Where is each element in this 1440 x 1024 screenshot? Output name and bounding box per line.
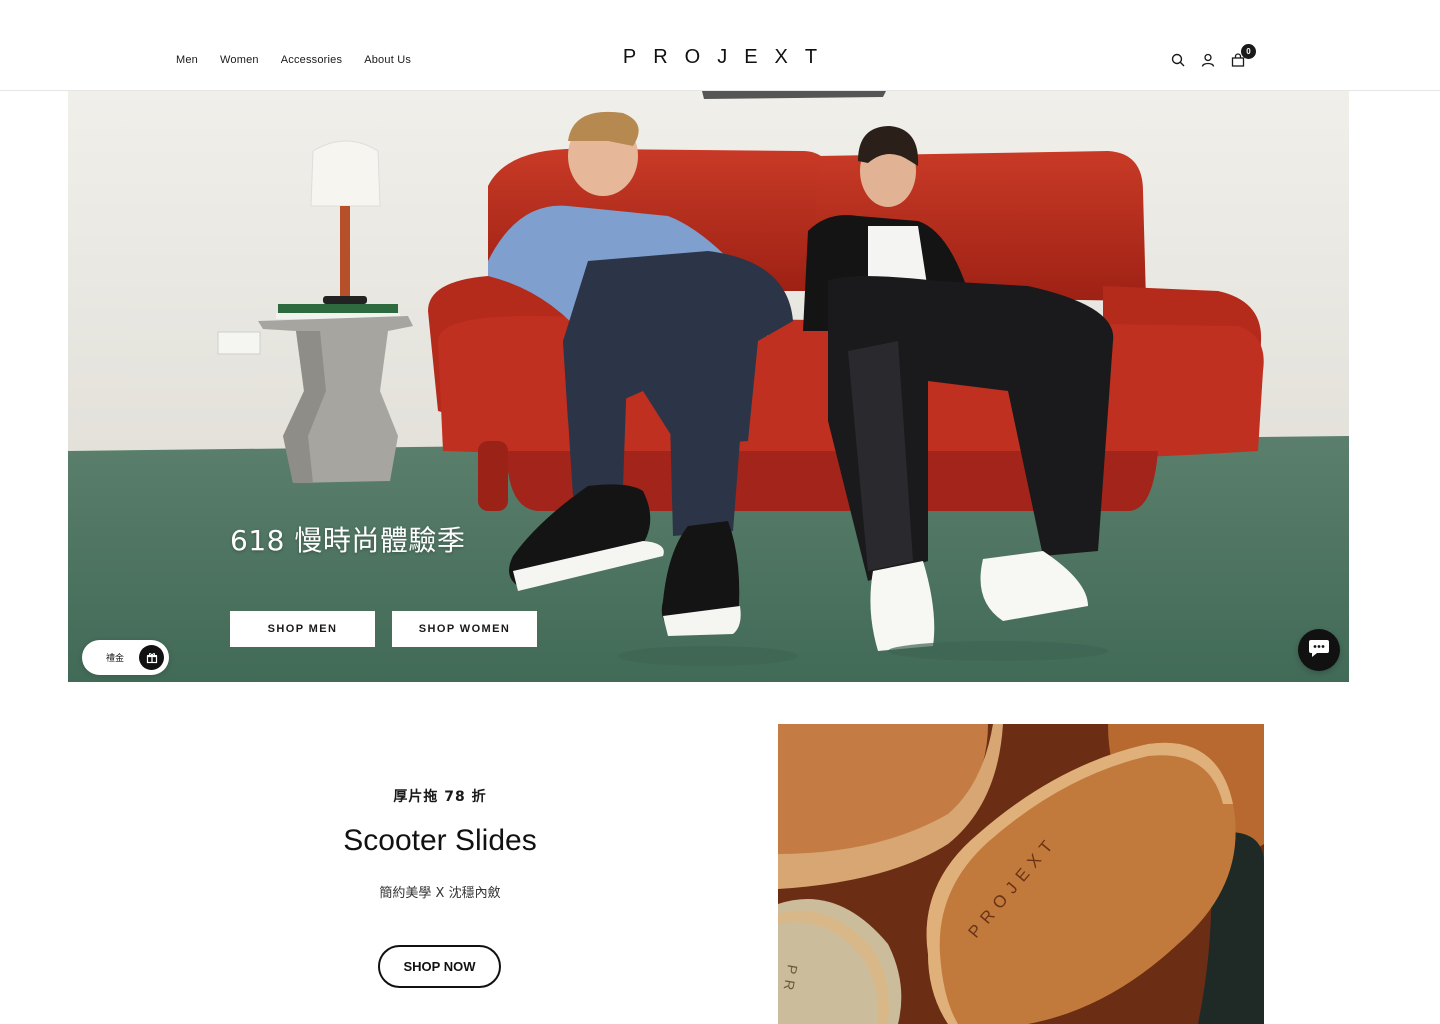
chat-launcher[interactable] [1298, 629, 1340, 671]
promo-kicker: 厚片拖 78 折 [393, 789, 487, 805]
promo-image[interactable]: PROJEXT PR [778, 724, 1264, 1024]
chat-bubble-icon [1308, 638, 1330, 663]
cart-icon[interactable]: 0 [1230, 44, 1256, 68]
site-header: Men Women Accessories About Us PROJEXT 0 [0, 0, 1440, 91]
hero-title: 618 慢時尚體驗季 [230, 524, 466, 557]
promo-title: Scooter Slides [343, 824, 537, 857]
cart-count-badge: 0 [1241, 44, 1256, 59]
header-icons: 0 [1170, 44, 1256, 68]
hero-banner: 618 慢時尚體驗季 SHOP MEN SHOP WOMEN [68, 91, 1349, 682]
shop-men-button[interactable]: SHOP MEN [230, 611, 375, 647]
rewards-label: 禮金 [106, 654, 125, 664]
shop-now-button[interactable]: SHOP NOW [378, 945, 501, 988]
hero-image [68, 91, 1349, 682]
gift-icon [139, 645, 164, 670]
shop-women-button[interactable]: SHOP WOMEN [392, 611, 537, 647]
account-icon[interactable] [1200, 52, 1216, 68]
rewards-launcher[interactable]: 禮金 [82, 640, 169, 675]
slides-photo: PROJEXT PR [778, 724, 1264, 1024]
search-icon[interactable] [1170, 52, 1186, 68]
promo-subtitle: 簡約美學 X 沈穩內斂 [379, 886, 501, 901]
